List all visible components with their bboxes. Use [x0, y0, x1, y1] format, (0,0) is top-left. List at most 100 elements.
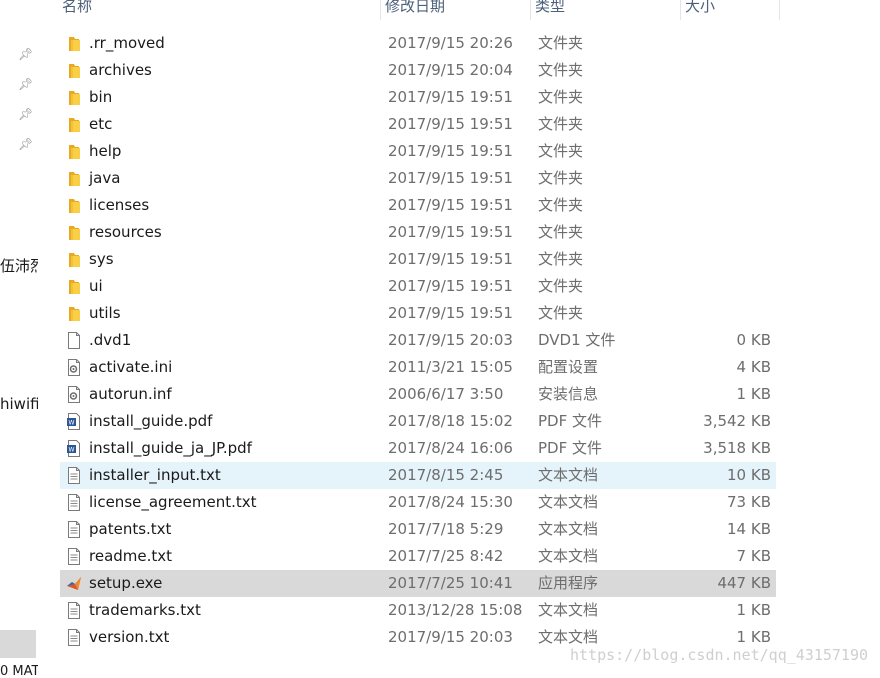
column-header-type[interactable]: 类型 — [531, 0, 681, 20]
file-type: 文本文档 — [538, 547, 599, 565]
file-type: 文本文档 — [538, 520, 599, 538]
file-row[interactable]: readme.txt 2017/7/25 8:42 文本文档 7 KB — [60, 543, 776, 570]
file-date-modified: 2017/9/15 20:03 — [388, 331, 513, 349]
file-date-modified: 2011/3/21 15:05 — [388, 358, 513, 376]
file-row[interactable]: setup.exe 2017/7/25 10:41 应用程序 447 KB — [60, 570, 776, 597]
file-name: .dvd1 — [89, 331, 132, 349]
file-row[interactable]: etc 2017/9/15 19:51 文件夹 — [60, 111, 776, 138]
file-name: help — [89, 142, 122, 160]
folder-icon — [66, 278, 82, 295]
file-name: licenses — [89, 196, 150, 214]
svg-text:W: W — [69, 447, 75, 454]
folder-icon — [66, 116, 82, 133]
file-type: 文件夹 — [538, 196, 584, 214]
pin-icon: 📌︎ — [18, 77, 34, 91]
file-row[interactable]: ui 2017/9/15 19:51 文件夹 — [60, 273, 776, 300]
nav-item-fragment[interactable]: hiwifi — [0, 395, 38, 413]
file-date-modified: 2017/7/18 5:29 — [388, 520, 504, 538]
file-date-modified: 2017/9/15 20:26 — [388, 34, 513, 52]
file-date-modified: 2017/9/15 19:51 — [388, 142, 513, 160]
nav-item-selected[interactable] — [0, 630, 36, 658]
file-name: sys — [89, 250, 114, 268]
file-row[interactable]: resources 2017/9/15 19:51 文件夹 — [60, 219, 776, 246]
folder-icon — [66, 197, 82, 214]
nav-item-fragment[interactable]: 伍沛烈 — [0, 255, 38, 276]
file-size: 1 KB — [736, 601, 771, 619]
pdf-file-icon: W — [66, 440, 82, 457]
file-name: java — [89, 169, 121, 187]
file-row[interactable]: Winstall_guide_ja_JP.pdf 2017/8/24 16:06 P… — [60, 435, 776, 462]
file-size: 7 KB — [736, 547, 771, 565]
file-type: 配置设置 — [538, 358, 599, 376]
file-row[interactable]: sys 2017/9/15 19:51 文件夹 — [60, 246, 776, 273]
file-row[interactable]: activate.ini 2011/3/21 15:05 配置设置 4 KB — [60, 354, 776, 381]
file-date-modified: 2017/7/25 8:42 — [388, 547, 504, 565]
file-type: 文件夹 — [538, 61, 584, 79]
file-name: install_guide.pdf — [89, 412, 213, 430]
file-type: 文件夹 — [538, 34, 584, 52]
file-name: ui — [89, 277, 103, 295]
file-type: 文件夹 — [538, 115, 584, 133]
file-type: 文件夹 — [538, 142, 584, 160]
file-row[interactable]: trademarks.txt 2013/12/28 15:08 文本文档 1 KB — [60, 597, 776, 624]
file-name: license_agreement.txt — [89, 493, 257, 511]
file-row[interactable]: .dvd1 2017/9/15 20:03 DVD1 文件 0 KB — [60, 327, 776, 354]
file-date-modified: 2017/9/15 19:51 — [388, 169, 513, 187]
column-header-name[interactable]: 名称 — [58, 0, 381, 20]
folder-icon — [66, 62, 82, 79]
file-date-modified: 2017/9/15 19:51 — [388, 196, 513, 214]
column-header-row: 名称 修改日期 类型 大小 — [58, 0, 780, 20]
file-name: readme.txt — [89, 547, 173, 565]
nav-item-fragment[interactable]: 0 MAT — [0, 664, 38, 678]
text-file-icon — [66, 548, 82, 565]
file-size: 1 KB — [736, 385, 771, 403]
file-type: 文件夹 — [538, 88, 584, 106]
text-file-icon — [66, 629, 82, 646]
file-date-modified: 2013/12/28 15:08 — [388, 601, 523, 619]
file-date-modified: 2017/8/24 16:06 — [388, 439, 513, 457]
folder-icon — [66, 305, 82, 322]
folder-icon — [66, 143, 82, 160]
file-name: trademarks.txt — [89, 601, 201, 619]
file-date-modified: 2017/9/15 19:51 — [388, 277, 513, 295]
file-name: install_guide_ja_JP.pdf — [89, 439, 252, 457]
file-size: 4 KB — [736, 358, 771, 376]
file-name: activate.ini — [89, 358, 173, 376]
file-row[interactable]: licenses 2017/9/15 19:51 文件夹 — [60, 192, 776, 219]
pdf-file-icon: W — [66, 413, 82, 430]
file-date-modified: 2017/9/15 20:04 — [388, 61, 513, 79]
file-date-modified: 2017/8/15 2:45 — [388, 466, 504, 484]
text-file-icon — [66, 467, 82, 484]
file-row[interactable]: Winstall_guide.pdf 2017/8/18 15:02 PDF 文件 3… — [60, 408, 776, 435]
file-row[interactable]: autorun.inf 2006/6/17 3:50 安装信息 1 KB — [60, 381, 776, 408]
file-row[interactable]: installer_input.txt 2017/8/15 2:45 文本文档 10 … — [60, 462, 776, 489]
file-name: setup.exe — [89, 574, 163, 592]
pin-icon: 📌︎ — [18, 137, 34, 151]
file-row[interactable]: license_agreement.txt 2017/8/24 15:30 文本文档… — [60, 489, 776, 516]
file-name: installer_input.txt — [89, 466, 221, 484]
file-date-modified: 2006/6/17 3:50 — [388, 385, 504, 403]
file-size: 14 KB — [727, 520, 771, 538]
file-row[interactable]: patents.txt 2017/7/18 5:29 文本文档 14 KB — [60, 516, 776, 543]
file-row[interactable]: help 2017/9/15 19:51 文件夹 — [60, 138, 776, 165]
file-type: 文本文档 — [538, 466, 599, 484]
file-name: archives — [89, 61, 152, 79]
folder-icon — [66, 224, 82, 241]
file-row[interactable]: utils 2017/9/15 19:51 文件夹 — [60, 300, 776, 327]
file-row[interactable]: archives 2017/9/15 20:04 文件夹 — [60, 57, 776, 84]
file-size: 3,518 KB — [703, 439, 771, 457]
navigation-pane[interactable]: 📌︎ 📌︎ 📌︎ 📌︎ 伍沛烈 hiwifi 0 MAT — [0, 0, 38, 678]
file-type: 文件夹 — [538, 169, 584, 187]
file-date-modified: 2017/9/15 19:51 — [388, 304, 513, 322]
file-row[interactable]: java 2017/9/15 19:51 文件夹 — [60, 165, 776, 192]
pin-icon: 📌︎ — [18, 47, 34, 61]
file-size: 10 KB — [727, 466, 771, 484]
file-row[interactable]: bin 2017/9/15 19:51 文件夹 — [60, 84, 776, 111]
file-name: bin — [89, 88, 113, 106]
column-header-date[interactable]: 修改日期 — [381, 0, 531, 20]
text-file-icon — [66, 602, 82, 619]
file-name: .rr_moved — [89, 34, 165, 52]
column-header-size[interactable]: 大小 — [681, 0, 780, 20]
file-type: PDF 文件 — [538, 412, 602, 430]
file-row[interactable]: .rr_moved 2017/9/15 20:26 文件夹 — [60, 30, 776, 57]
